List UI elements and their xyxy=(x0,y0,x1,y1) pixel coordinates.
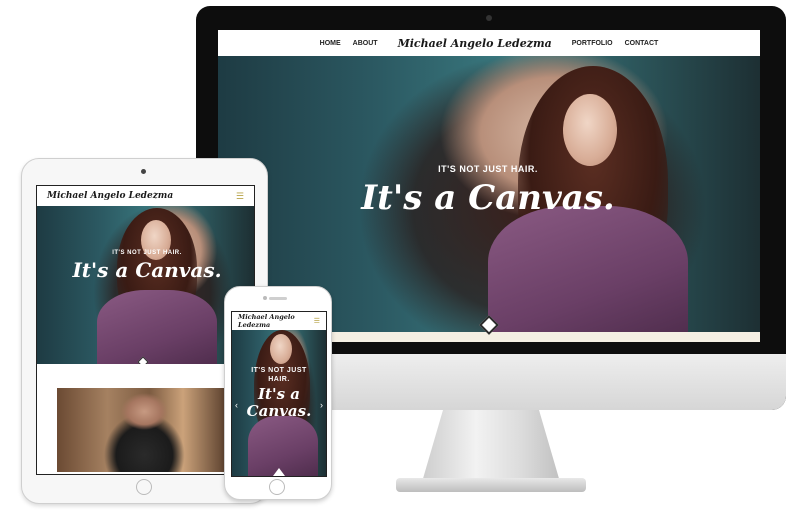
nav-contact-link[interactable]: CONTACT xyxy=(625,40,659,47)
scroll-up-icon[interactable] xyxy=(273,468,285,476)
hamburger-menu-icon[interactable]: ☰ xyxy=(236,191,244,202)
hero-tagline-small: IT'S NOT JUST HAIR. xyxy=(112,250,182,256)
imac-stand xyxy=(422,410,560,482)
ipad-camera xyxy=(141,169,146,174)
iphone-device: Michael Angelo Ledezma ☰ IT'S NOT JUST H… xyxy=(224,286,332,500)
iphone-home-button xyxy=(269,479,285,495)
chevron-right-icon[interactable]: › xyxy=(320,400,323,410)
model-coat xyxy=(97,290,217,364)
hero-image: IT'S NOT JUST HAIR. It's a Canvas. ‹ › xyxy=(232,330,326,476)
model-coat xyxy=(488,206,688,332)
hero-tagline-big: It's a Canvas. xyxy=(361,178,615,218)
chevron-left-icon[interactable]: ‹ xyxy=(235,400,238,410)
phone-tagline-line2: HAIR. xyxy=(268,376,290,383)
nav-home-link[interactable]: HOME xyxy=(320,40,341,47)
model-face xyxy=(270,334,292,364)
phone-tagline-line1: IT'S NOT JUST xyxy=(251,367,307,374)
nav-about-link[interactable]: ABOUT xyxy=(353,40,378,47)
iphone-camera xyxy=(263,296,267,300)
hero-tagline-small: IT'S NOT JUST HAIR. xyxy=(438,164,538,174)
tablet-navbar: Michael Angelo Ledezma ☰ xyxy=(37,186,254,206)
hero-tagline-small: IT'S NOT JUST HAIR. xyxy=(232,366,326,384)
phone-tagline-line4: Canvas. xyxy=(246,402,312,420)
imac-camera xyxy=(486,15,492,21)
site-logo[interactable]: Michael Angelo Ledezma xyxy=(47,191,173,201)
nav-portfolio-link[interactable]: PORTFOLIO xyxy=(572,40,613,47)
desktop-navbar: HOME ABOUT Michael Angelo Ledezma PORTFO… xyxy=(218,30,760,56)
phone-tagline-line3: It's a xyxy=(258,385,300,403)
hero-tagline-big: It's a Canvas. xyxy=(72,258,222,282)
hero-tagline-big: It's a Canvas. xyxy=(232,386,326,420)
ipad-home-button xyxy=(136,479,152,495)
ipad-screen: Michael Angelo Ledezma ☰ IT'S NOT JUST H… xyxy=(36,185,255,475)
imac-base xyxy=(396,478,586,492)
hero-image: IT'S NOT JUST HAIR. It's a Canvas. xyxy=(37,206,254,364)
model-face xyxy=(563,94,617,166)
site-logo[interactable]: Michael Angelo Ledezma xyxy=(398,37,552,50)
site-logo[interactable]: Michael Angelo Ledezma xyxy=(238,313,314,329)
iphone-screen: Michael Angelo Ledezma ☰ IT'S NOT JUST H… xyxy=(231,311,327,477)
mobile-navbar: Michael Angelo Ledezma ☰ xyxy=(232,312,326,330)
stylist-photo xyxy=(57,388,225,472)
hamburger-menu-icon[interactable]: ☰ xyxy=(314,317,320,325)
model-coat xyxy=(248,416,318,476)
about-section xyxy=(37,364,254,474)
iphone-speaker xyxy=(269,297,287,300)
